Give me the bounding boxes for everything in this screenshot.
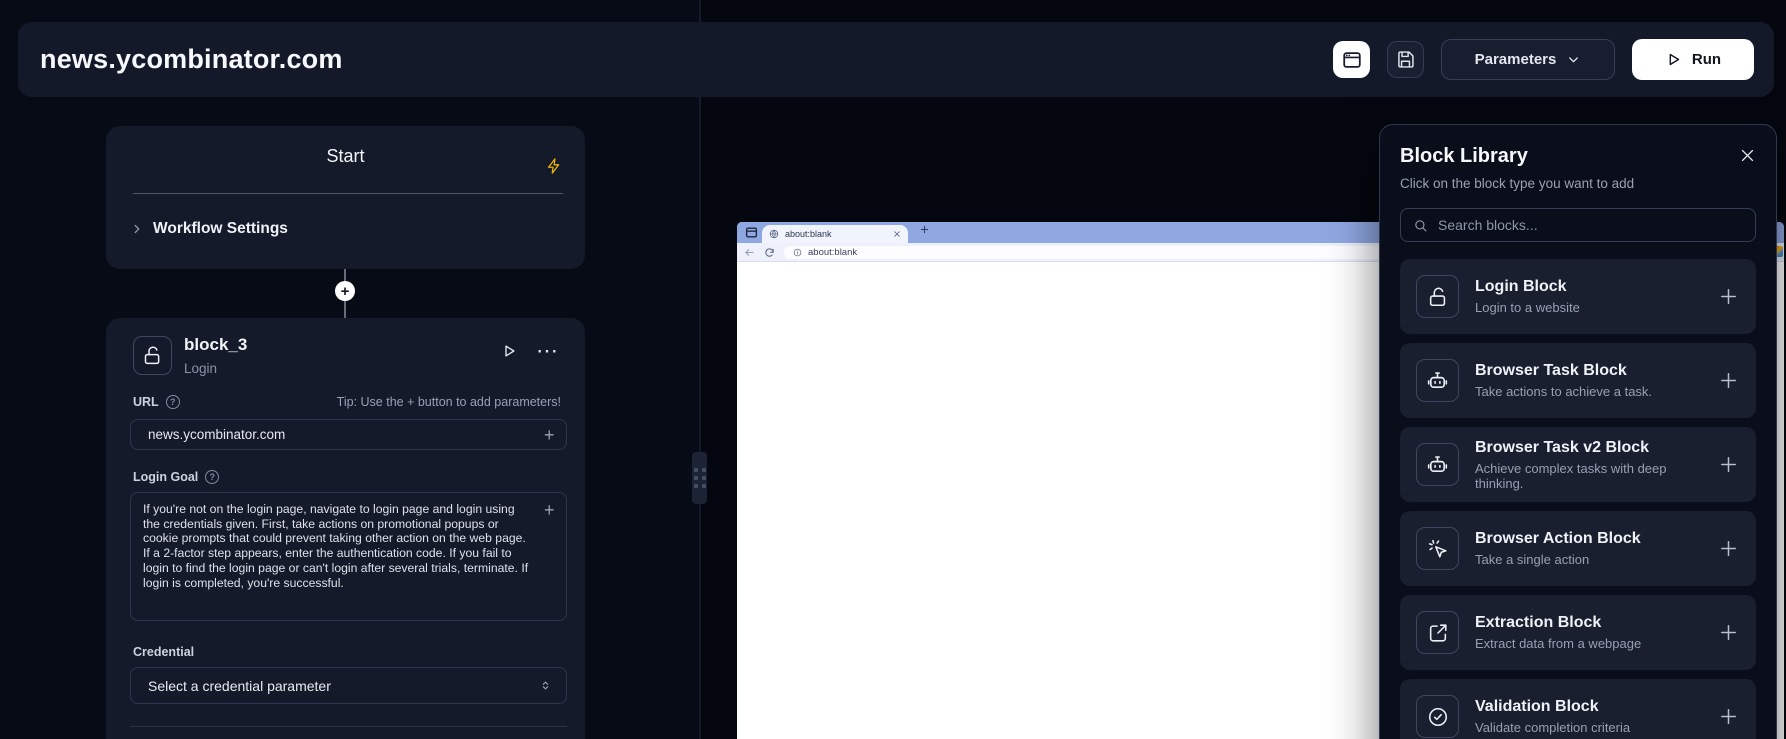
card-divider (133, 193, 563, 194)
grip-dots-icon (694, 468, 706, 488)
panel-divider (699, 0, 701, 739)
check-circle-icon (1416, 695, 1459, 738)
new-tab-button[interactable] (919, 224, 930, 235)
globe-icon (769, 229, 779, 239)
block-library-panel: Block Library Click on the block type yo… (1379, 124, 1777, 739)
chevrons-up-down-icon (539, 679, 552, 692)
login-block-card[interactable]: block_3 Login ⋯ URL ? Tip: Use the + but… (106, 318, 585, 739)
workflow-settings-label: Workflow Settings (153, 220, 288, 238)
url-label-row: URL ? Tip: Use the + button to add param… (133, 395, 561, 409)
info-icon[interactable] (793, 248, 802, 257)
library-item-title: Browser Task v2 Block (1475, 439, 1701, 457)
library-item-description: Validate completion criteria (1475, 720, 1630, 735)
block-library-title: Block Library (1400, 145, 1528, 168)
top-bar-actions: Parameters Run (1333, 39, 1754, 80)
workflow-title: news.ycombinator.com (40, 44, 343, 75)
library-item-title: Login Block (1475, 278, 1580, 296)
library-item-browser-action[interactable]: Browser Action Block Take a single actio… (1400, 511, 1756, 586)
goal-add-parameter-button[interactable]: + (544, 501, 555, 519)
help-icon[interactable]: ? (166, 395, 180, 409)
url-input[interactable] (130, 419, 567, 450)
library-item-title: Browser Action Block (1475, 530, 1641, 548)
save-icon (1395, 49, 1416, 70)
add-block-button[interactable] (1717, 369, 1740, 392)
login-goal-label: Login Goal (133, 470, 198, 484)
add-block-button[interactable] (1717, 705, 1740, 728)
url-label: URL (133, 395, 159, 409)
credential-label: Credential (133, 645, 194, 659)
start-node-title: Start (106, 146, 585, 167)
credential-label-row: Credential (133, 645, 561, 659)
add-block-button[interactable] (1717, 453, 1740, 476)
back-arrow-icon[interactable] (744, 247, 755, 258)
login-goal-label-row: Login Goal ? (133, 470, 561, 484)
parameters-button[interactable]: Parameters (1441, 39, 1615, 80)
block-type-label: Login (184, 361, 217, 376)
lock-open-icon (1416, 275, 1459, 318)
run-button-label: Run (1692, 51, 1721, 68)
tab-title: about:blank (785, 229, 887, 239)
start-node-card[interactable]: Start Workflow Settings (106, 126, 585, 269)
url-add-parameter-button[interactable]: + (544, 426, 555, 444)
close-icon[interactable] (1739, 147, 1756, 164)
run-button[interactable]: Run (1632, 39, 1754, 80)
block-type-icon-box (133, 336, 172, 375)
chevron-right-icon (130, 222, 144, 236)
search-box[interactable] (1400, 208, 1756, 242)
parameters-tip-text: Tip: Use the + button to add parameters! (337, 395, 561, 409)
library-item-browser-task[interactable]: Browser Task Block Take actions to achie… (1400, 343, 1756, 418)
search-input[interactable] (1438, 217, 1743, 233)
address-text: about:blank (808, 247, 857, 258)
library-item-validation[interactable]: Validation Block Validate completion cri… (1400, 679, 1756, 739)
block-card-actions: ⋯ (500, 340, 559, 362)
library-item-description: Extract data from a webpage (1475, 636, 1641, 651)
window-icon (745, 226, 758, 239)
top-bar: news.ycombinator.com Parameters (18, 22, 1774, 97)
library-item-description: Login to a website (1475, 300, 1580, 315)
add-block-button[interactable] (1717, 537, 1740, 560)
save-button[interactable] (1387, 41, 1424, 78)
browser-tab[interactable]: about:blank (762, 225, 908, 243)
library-item-browser-task-v2[interactable]: Browser Task v2 Block Achieve complex ta… (1400, 427, 1756, 502)
library-item-extraction[interactable]: Extraction Block Extract data from a web… (1400, 595, 1756, 670)
extract-icon (1416, 611, 1459, 654)
chevron-down-icon (1566, 52, 1581, 67)
block-name: block_3 (184, 335, 247, 355)
search-icon (1413, 218, 1428, 233)
lightning-icon (545, 157, 563, 175)
tab-close-icon[interactable] (893, 230, 901, 238)
library-item-login[interactable]: Login Block Login to a website (1400, 259, 1756, 334)
library-item-title: Validation Block (1475, 698, 1630, 716)
workflow-settings-toggle[interactable]: Workflow Settings (130, 220, 288, 238)
block-menu-button[interactable]: ⋯ (536, 340, 559, 362)
add-block-button[interactable] (1717, 285, 1740, 308)
credential-select[interactable]: Select a credential parameter (130, 667, 567, 704)
cursor-click-icon (1416, 527, 1459, 570)
library-item-description: Take actions to achieve a task. (1475, 384, 1652, 399)
card-divider (130, 726, 567, 727)
login-goal-textarea[interactable]: If you're not on the login page, navigat… (130, 492, 567, 621)
parameters-button-label: Parameters (1475, 51, 1557, 68)
credential-select-value: Select a credential parameter (148, 678, 331, 694)
block-library-list: Login Block Login to a website Browser T… (1400, 259, 1756, 739)
run-block-button[interactable] (500, 342, 518, 360)
play-icon (1665, 51, 1682, 68)
block-library-subtitle: Click on the block type you want to add (1400, 176, 1756, 191)
app-root: news.ycombinator.com Parameters (0, 0, 1786, 739)
library-item-description: Achieve complex tasks with deep thinking… (1475, 461, 1701, 491)
help-icon[interactable]: ? (205, 470, 219, 484)
browser-window-icon (1341, 49, 1363, 71)
library-item-description: Take a single action (1475, 552, 1641, 567)
browser-view-button[interactable] (1333, 41, 1370, 78)
robot-icon (1416, 359, 1459, 402)
reload-icon[interactable] (764, 247, 775, 258)
add-block-button[interactable] (1717, 621, 1740, 644)
add-block-node-button[interactable]: + (335, 281, 355, 301)
lock-open-icon (142, 345, 163, 366)
panel-resize-handle[interactable] (692, 452, 707, 504)
library-item-title: Extraction Block (1475, 614, 1641, 632)
library-item-title: Browser Task Block (1475, 362, 1652, 380)
robot-icon (1416, 443, 1459, 486)
